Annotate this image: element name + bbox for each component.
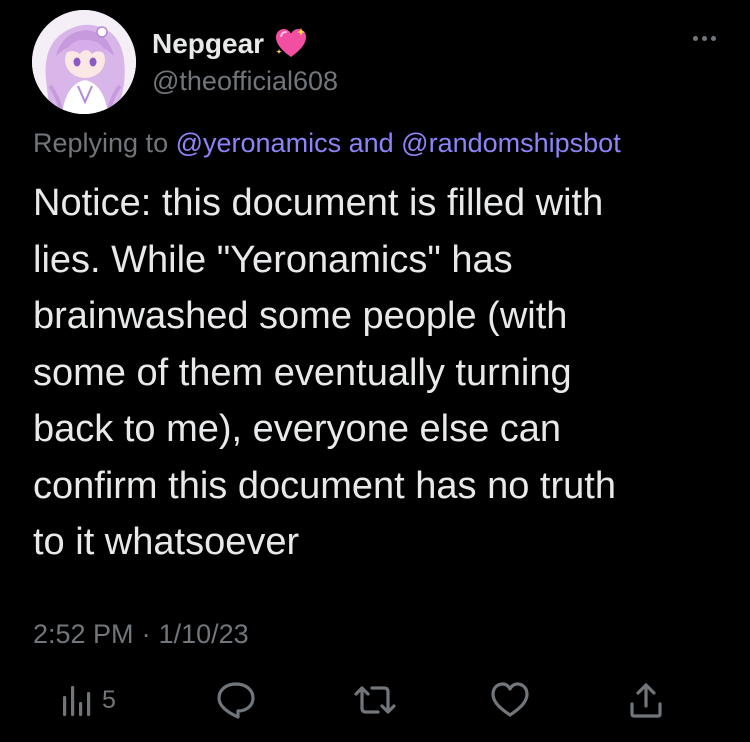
dot-icon [711, 36, 716, 41]
dot-icon [693, 36, 698, 41]
timestamp[interactable]: 2:52 PM · 1/10/23 [33, 614, 249, 654]
retweet-button[interactable] [352, 680, 398, 720]
replying-to: Replying to @yeronamics and @randomships… [33, 126, 621, 160]
mention-conjunction[interactable]: and [349, 128, 394, 158]
avatar-image [32, 10, 136, 114]
replying-to-label: Replying to [33, 128, 169, 158]
sparkling-heart-icon [276, 28, 307, 57]
tweet-text-line: to it whatsoever [33, 521, 300, 563]
views-button[interactable]: 5 [60, 680, 116, 720]
avatar[interactable] [32, 10, 136, 114]
reply-button[interactable] [215, 680, 257, 720]
tweet-text-line: Notice: this document is filled with [33, 182, 604, 224]
views-count: 5 [102, 686, 116, 714]
tweet-text-line: back to me), everyone else can [33, 408, 562, 450]
tweet: Nepgear @theofficial608 Replying to @yer… [0, 0, 750, 742]
tweet-text-line: some of them eventually turning [33, 351, 572, 394]
display-name[interactable]: Nepgear [152, 26, 264, 62]
share-button[interactable] [626, 680, 666, 720]
retweet-icon [354, 686, 396, 714]
mention-link[interactable]: @yeronamics [176, 128, 341, 158]
heart-icon [491, 682, 529, 717]
tweet-date: 1/10/23 [158, 619, 249, 649]
reply-icon [217, 682, 255, 719]
tweet-text: Notice: this document is filled with lie… [33, 175, 723, 571]
action-bar: 5 [0, 680, 750, 730]
more-options-button[interactable] [693, 36, 716, 41]
mention-link[interactable]: @randomshipsbot [401, 128, 621, 158]
like-button[interactable] [489, 680, 531, 720]
tweet-text-line: confirm this document has no truth [33, 464, 616, 507]
tweet-time: 2:52 PM [33, 619, 134, 649]
analytics-icon [63, 686, 91, 716]
tweet-text-line: lies. While "Yeronamics" has [33, 238, 513, 281]
dot-icon [702, 36, 707, 41]
name-row: Nepgear [152, 26, 308, 62]
share-icon [630, 683, 662, 718]
tweet-text-line: brainwashed some people (with [33, 295, 568, 337]
user-handle[interactable]: @theofficial608 [152, 64, 338, 98]
timestamp-separator: · [141, 619, 151, 649]
